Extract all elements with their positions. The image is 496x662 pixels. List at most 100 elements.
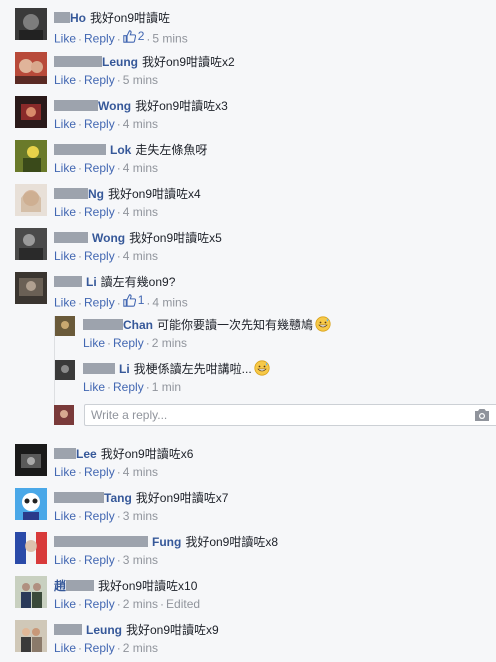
avatar[interactable] (15, 620, 47, 652)
reply-link[interactable]: Reply (84, 465, 115, 479)
reply-link[interactable]: Reply (84, 509, 115, 523)
commenter-name[interactable]: Wong (98, 99, 131, 113)
redacted-name (54, 12, 70, 23)
redacted-name (54, 492, 104, 503)
commenter-name[interactable]: Ng (88, 187, 104, 201)
reply-composer (54, 404, 496, 426)
reply-link[interactable]: Reply (84, 296, 115, 310)
like-link[interactable]: Like (54, 509, 76, 523)
avatar[interactable] (15, 96, 47, 128)
redacted-name (54, 56, 102, 67)
like-link[interactable]: Like (83, 336, 105, 350)
avatar[interactable] (15, 228, 47, 260)
reply-link[interactable]: Reply (84, 205, 115, 219)
reply-text: 可能你要讀一次先知有幾戇鳩 (157, 318, 314, 332)
reply-link[interactable]: Reply (84, 597, 115, 611)
timestamp[interactable]: 3 mins (123, 553, 158, 567)
edited-label[interactable]: Edited (166, 597, 200, 611)
avatar[interactable] (55, 360, 75, 380)
timestamp[interactable]: 5 mins (152, 32, 187, 46)
comment-text: 我好on9咁讀咗x10 (98, 579, 198, 593)
timestamp[interactable]: 4 mins (123, 205, 158, 219)
comment: Li 讀左有幾on9? Like · Reply · 1 · 4 mins (15, 272, 485, 312)
commenter-name[interactable]: Tang (104, 491, 132, 505)
avatar[interactable] (15, 8, 47, 40)
reply-link[interactable]: Reply (84, 249, 115, 263)
like-link[interactable]: Like (83, 380, 105, 394)
timestamp[interactable]: 3 mins (123, 509, 158, 523)
comment-text: 我好on9咁讀咗x7 (135, 491, 229, 505)
redacted-name (54, 624, 82, 635)
like-link[interactable]: Like (54, 117, 76, 131)
avatar[interactable] (15, 576, 47, 608)
reply-text: 我梗係讀左先咁講啦... (133, 362, 252, 376)
timestamp[interactable]: 2 mins (123, 597, 158, 611)
like-link[interactable]: Like (54, 641, 76, 655)
reply-link[interactable]: Reply (84, 553, 115, 567)
avatar[interactable] (55, 316, 75, 336)
comment-feed: Ho 我好on9咁讀咗 Like · Reply · 2 · 5 mins Leung 我好on… (0, 0, 496, 662)
commenter-name[interactable]: Leung (102, 55, 138, 69)
avatar[interactable] (15, 140, 47, 172)
reply-link[interactable]: Reply (84, 32, 115, 46)
like-link[interactable]: Like (54, 465, 76, 479)
like-link[interactable]: Like (54, 32, 76, 46)
reply-input[interactable] (84, 404, 496, 426)
commenter-name[interactable]: Wong (92, 231, 125, 245)
timestamp[interactable]: 4 mins (123, 117, 158, 131)
avatar[interactable] (15, 488, 47, 520)
comment: Lok 走失左條魚呀 Like · Reply · 4 mins (15, 140, 485, 180)
avatar[interactable] (15, 184, 47, 216)
avatar[interactable] (15, 272, 47, 304)
avatar[interactable] (15, 52, 47, 84)
comment: Ng 我好on9咁讀咗x4 Like · Reply · 4 mins (15, 184, 485, 224)
reply-link[interactable]: Reply (84, 161, 115, 175)
commenter-name[interactable]: 趙 (54, 579, 66, 593)
timestamp[interactable]: 4 mins (123, 465, 158, 479)
timestamp[interactable]: 4 mins (152, 296, 187, 310)
timestamp[interactable]: 1 min (152, 380, 181, 394)
comment-text: 我好on9咁讀咗x2 (142, 55, 235, 69)
camera-icon[interactable] (474, 408, 490, 425)
timestamp[interactable]: 2 mins (123, 641, 158, 655)
comment-text: 我好on9咁讀咗x9 (126, 623, 219, 637)
timestamp[interactable]: 4 mins (123, 161, 158, 175)
like-link[interactable]: Like (54, 161, 76, 175)
commenter-name[interactable]: Lee (76, 447, 97, 461)
reply-link[interactable]: Reply (113, 380, 144, 394)
redacted-name (54, 100, 98, 111)
like-link[interactable]: Like (54, 249, 76, 263)
reply: Chan 可能你要讀一次先知有幾戇鳩 Like · Reply · 2 mins (55, 316, 475, 356)
comment: Fung 我好on9咁讀咗x8 Like · Reply · 3 mins (15, 532, 485, 572)
timestamp[interactable]: 2 mins (152, 336, 187, 350)
reply-link[interactable]: Reply (113, 336, 144, 350)
like-count[interactable]: 2 (122, 28, 144, 44)
like-link[interactable]: Like (54, 205, 76, 219)
reply-link[interactable]: Reply (84, 641, 115, 655)
commenter-name[interactable]: Fung (152, 535, 181, 549)
timestamp[interactable]: 5 mins (123, 73, 158, 87)
timestamp[interactable]: 4 mins (123, 249, 158, 263)
replier-name[interactable]: Chan (123, 318, 153, 332)
comment-text: 讀左有幾on9? (100, 275, 176, 289)
comment: Ho 我好on9咁讀咗 Like · Reply · 2 · 5 mins (15, 8, 485, 48)
comment: Leung 我好on9咁讀咗x2 Like · Reply · 5 mins (15, 52, 485, 92)
commenter-name[interactable]: Ho (70, 11, 86, 25)
like-link[interactable]: Like (54, 553, 76, 567)
commenter-name[interactable]: Leung (86, 623, 122, 637)
reply-link[interactable]: Reply (84, 73, 115, 87)
replier-name[interactable]: Li (119, 362, 130, 376)
avatar[interactable] (15, 444, 47, 476)
like-link[interactable]: Like (54, 597, 76, 611)
redacted-name (54, 144, 106, 155)
avatar[interactable] (15, 532, 47, 564)
reply-link[interactable]: Reply (84, 117, 115, 131)
like-link[interactable]: Like (54, 296, 76, 310)
grinning-sweat-emoji (315, 316, 331, 336)
commenter-name[interactable]: Li (86, 275, 97, 289)
commenter-name[interactable]: Lok (110, 143, 131, 157)
comment: Wong 我好on9咁讀咗x3 Like · Reply · 4 mins (15, 96, 485, 136)
like-count[interactable]: 1 (122, 292, 144, 308)
like-link[interactable]: Like (54, 73, 76, 87)
comment-text: 我好on9咁讀咗x8 (185, 535, 279, 549)
